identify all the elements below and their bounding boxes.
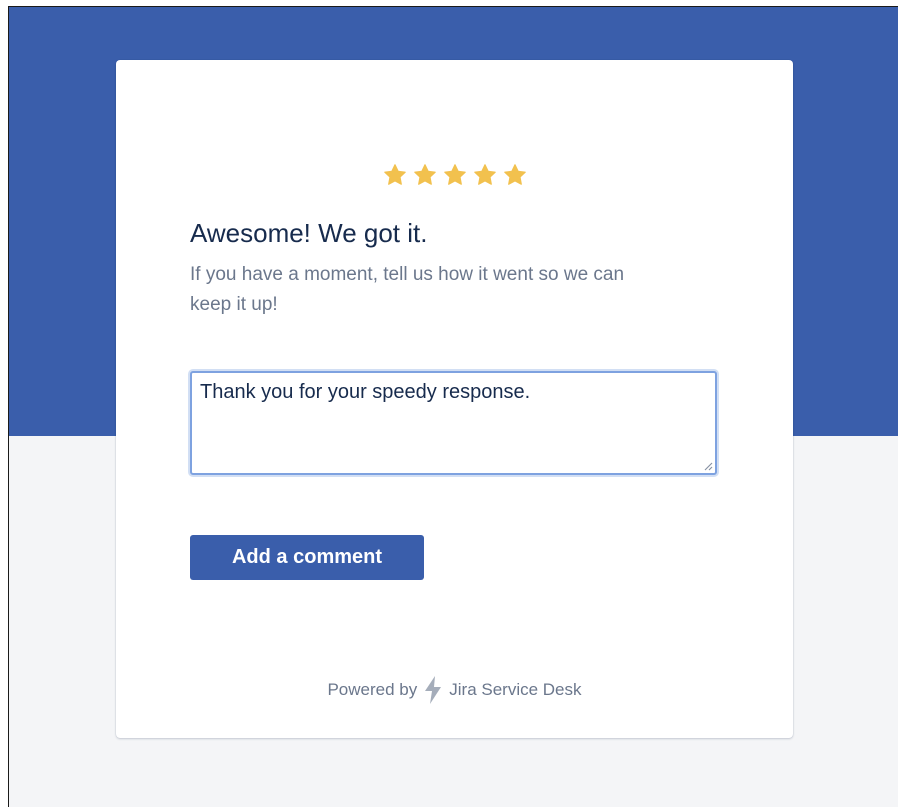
star-icon[interactable] — [473, 163, 497, 187]
comment-textarea[interactable] — [192, 373, 715, 473]
add-comment-button[interactable]: Add a comment — [190, 535, 424, 580]
jira-bolt-icon — [425, 676, 442, 704]
feedback-card: Awesome! We got it. If you have a moment… — [116, 60, 793, 738]
resize-handle-icon[interactable] — [703, 461, 713, 471]
star-icon[interactable] — [443, 163, 467, 187]
comment-box — [190, 371, 717, 475]
star-icon[interactable] — [383, 163, 407, 187]
powered-by-label: Powered by — [327, 680, 418, 699]
powered-by-footer: Powered by Jira Service Desk — [116, 675, 793, 705]
star-icon[interactable] — [503, 163, 527, 187]
page-frame: Awesome! We got it. If you have a moment… — [8, 6, 898, 807]
star-icon[interactable] — [413, 163, 437, 187]
star-rating — [116, 163, 793, 187]
feedback-prompt: If you have a moment, tell us how it wen… — [190, 264, 625, 315]
page-title: Awesome! We got it. — [190, 218, 428, 248]
jira-service-desk-link[interactable]: Jira Service Desk — [449, 680, 581, 700]
